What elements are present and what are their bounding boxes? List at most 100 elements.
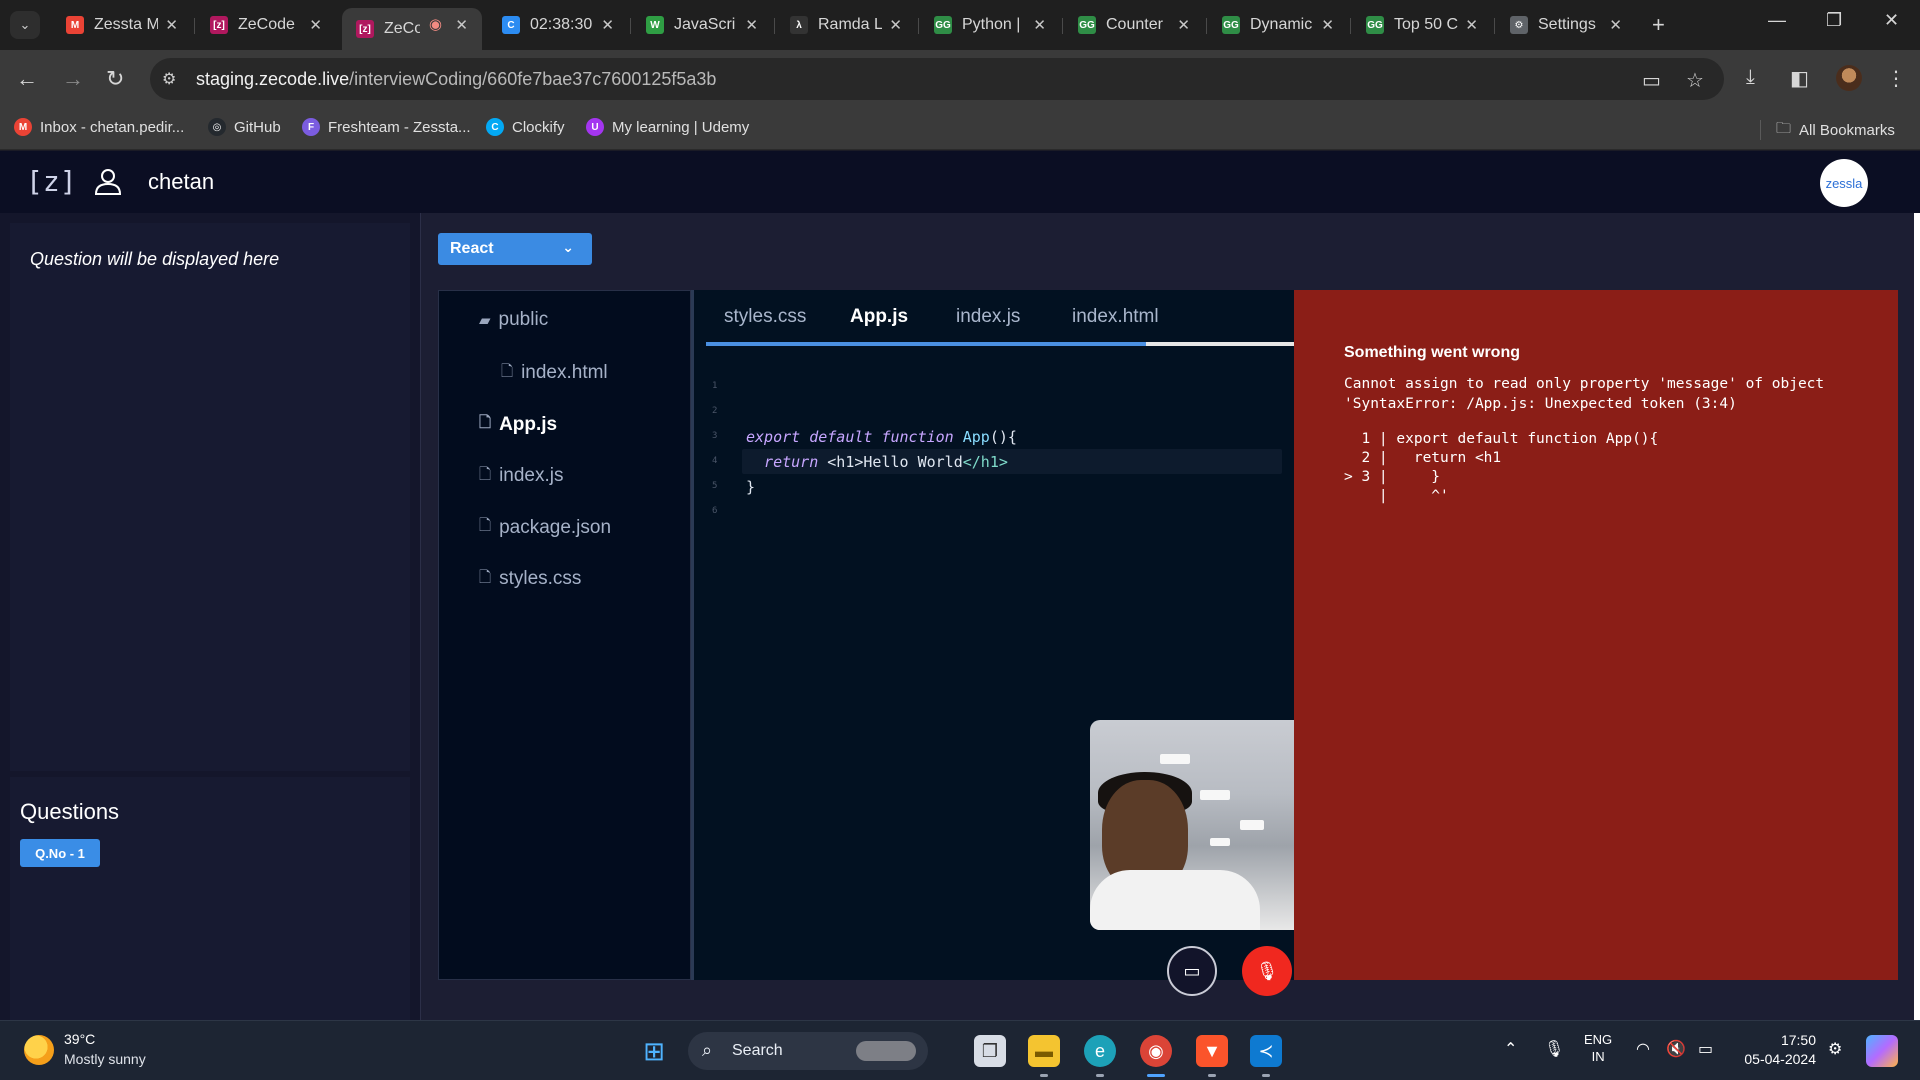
chevron-up-icon[interactable]: ⌃ — [1504, 1039, 1517, 1059]
notification-icon[interactable]: ⚙ — [1828, 1039, 1842, 1059]
bookmark-item[interactable]: ◎ GitHub — [208, 118, 281, 136]
bookmark-item[interactable]: U My learning | Udemy — [586, 118, 749, 136]
task-view-icon[interactable]: ❐ — [974, 1035, 1006, 1067]
code-line-active[interactable]: 4 return <h1>Hello World</h1> — [694, 449, 1294, 474]
close-tab-icon[interactable]: ✕ — [455, 16, 468, 34]
close-tab-icon[interactable]: ✕ — [1609, 16, 1622, 34]
browser-tab[interactable]: M Zessta M ✕ — [52, 8, 192, 42]
side-panel-icon[interactable]: ◧ — [1790, 66, 1809, 91]
browser-tab[interactable]: GG Dynamic ✕ — [1208, 8, 1348, 42]
question-1-button[interactable]: Q.No - 1 — [20, 839, 100, 867]
close-tab-icon[interactable]: ✕ — [1177, 16, 1190, 34]
tab-favicon-icon: GG — [1366, 16, 1384, 34]
close-tab-icon[interactable]: ✕ — [745, 16, 758, 34]
microphone-icon[interactable]: 🎙 — [1544, 1039, 1564, 1059]
reload-icon[interactable]: ↻ — [106, 66, 124, 92]
restore-icon[interactable]: ❐ — [1826, 10, 1842, 31]
language-select[interactable]: React ⌄ — [438, 233, 592, 265]
bookmark-item[interactable]: F Freshteam - Zessta... — [302, 118, 471, 136]
back-icon[interactable]: ← — [16, 66, 38, 92]
bookmark-item[interactable]: C Clockify — [486, 118, 565, 136]
mic-muted-icon[interactable]: 🎙 — [1242, 946, 1292, 996]
tab-index-js[interactable]: index.js — [956, 306, 1020, 328]
tree-folder[interactable]: ▰ public — [479, 309, 548, 331]
code-line[interactable]: 5 } — [694, 474, 1294, 499]
url-text[interactable]: staging.zecode.live/interviewCoding/660f… — [196, 69, 716, 90]
zecode-logo[interactable]: [z] — [26, 165, 77, 198]
code-line[interactable]: 2 — [694, 399, 1294, 424]
tree-file[interactable]: 🗋 styles.css — [479, 567, 581, 592]
bookmark-favicon-icon: C — [486, 118, 504, 136]
browser-tab[interactable]: [z] ZeCode ✕ — [196, 8, 336, 42]
browser-tab[interactable]: GG Top 50 C ✕ — [1352, 8, 1492, 42]
browser-tab[interactable]: [z] ZeCo ◉ ✕ — [342, 8, 482, 50]
tab-index-html[interactable]: index.html — [1072, 306, 1159, 328]
browser-tab[interactable]: GG Counter ✕ — [1064, 8, 1204, 42]
code-line[interactable]: 6 — [694, 499, 1294, 524]
close-tab-icon[interactable]: ✕ — [601, 16, 614, 34]
close-tab-icon[interactable]: ✕ — [1465, 16, 1478, 34]
code-line[interactable]: 1 — [694, 374, 1294, 399]
tree-file[interactable]: 🗋 index.html — [501, 361, 608, 386]
taskbar-search[interactable]: ⌕ Search — [688, 1032, 928, 1070]
tab-search-button[interactable]: ⌄ — [10, 11, 40, 39]
tab-title: Zessta M — [94, 16, 158, 33]
browser-tab[interactable]: GG Python | ✕ — [920, 8, 1060, 42]
wifi-icon[interactable]: ◠ — [1636, 1039, 1650, 1059]
tab-title: Python | — [962, 16, 1021, 33]
close-tab-icon[interactable]: ✕ — [1033, 16, 1046, 34]
close-tab-icon[interactable]: ✕ — [309, 16, 322, 34]
weather-description[interactable]: Mostly sunny — [64, 1051, 146, 1067]
video-camera-icon[interactable]: ▭ — [1167, 946, 1217, 996]
chrome-icon[interactable]: ◉ — [1140, 1035, 1172, 1067]
tree-file[interactable]: 🗋 package.json — [479, 515, 611, 540]
profile-avatar[interactable] — [1836, 65, 1862, 91]
scrollbar[interactable] — [1914, 213, 1920, 1020]
tab-styles-css[interactable]: styles.css — [724, 306, 806, 328]
weather-temperature[interactable]: 39°C — [64, 1031, 95, 1047]
weather-sun-icon[interactable] — [24, 1035, 54, 1065]
brave-icon[interactable]: ▼ — [1196, 1035, 1228, 1067]
bookmark-label: My learning | Udemy — [612, 118, 750, 136]
file-icon: 🗋 — [479, 414, 492, 431]
close-tab-icon[interactable]: ✕ — [1321, 16, 1334, 34]
tab-app-js[interactable]: App.js — [850, 306, 908, 328]
copilot-icon[interactable] — [1866, 1035, 1898, 1067]
all-bookmarks[interactable]: 🗀 All Bookmarks — [1776, 118, 1895, 143]
browser-tab[interactable]: C 02:38:30 ✕ — [488, 8, 628, 42]
file-explorer-icon[interactable]: ▬ — [1028, 1035, 1060, 1067]
close-tab-icon[interactable]: ✕ — [889, 16, 902, 34]
webcam-preview[interactable] — [1090, 720, 1294, 930]
windows-start-icon[interactable]: ⊞ — [638, 1035, 670, 1067]
search-highlight-image — [856, 1041, 916, 1061]
clock[interactable]: 17:50 05-04-2024 — [1740, 1031, 1816, 1069]
browser-tab[interactable]: W JavaScri ✕ — [632, 8, 772, 42]
new-tab-button[interactable]: + — [1652, 12, 1665, 38]
input-language[interactable]: ENG IN — [1584, 1031, 1612, 1065]
minimize-icon[interactable]: — — [1768, 10, 1786, 31]
close-window-icon[interactable]: ✕ — [1884, 10, 1899, 31]
bookmark-star-icon[interactable]: ☆ — [1686, 68, 1704, 93]
browser-tab[interactable]: λ Ramda L ✕ — [776, 8, 916, 42]
tab-title: Top 50 C — [1394, 16, 1458, 33]
browser-tab[interactable]: ⚙ Settings ✕ — [1496, 8, 1636, 42]
code-line[interactable]: 3 export default function App(){ — [694, 424, 1294, 449]
battery-icon[interactable]: ▭ — [1698, 1039, 1713, 1059]
forward-icon[interactable]: → — [62, 66, 84, 92]
error-message: Cannot assign to read only property 'mes… — [1344, 376, 1825, 412]
site-info-icon[interactable]: ⚙ — [162, 69, 176, 89]
speaker-muted-icon[interactable]: 🔇 — [1666, 1039, 1686, 1059]
bookmark-item[interactable]: M Inbox - chetan.pedir... — [14, 118, 184, 136]
camera-in-use-icon[interactable]: ▭ — [1642, 68, 1661, 93]
download-icon[interactable]: ⤓ — [1746, 66, 1755, 89]
tab-title: Dynamic — [1250, 16, 1313, 33]
vscode-icon[interactable]: ≺ — [1250, 1035, 1282, 1067]
tree-file[interactable]: 🗋 App.js — [479, 412, 557, 437]
more-menu-icon[interactable]: ⋮ — [1886, 66, 1906, 91]
address-bar[interactable]: ⚙ staging.zecode.live/interviewCoding/66… — [150, 58, 1724, 100]
tab-favicon-icon: C — [502, 16, 520, 34]
tree-file[interactable]: 🗋 index.js — [479, 464, 563, 489]
edge-icon[interactable]: e — [1084, 1035, 1116, 1067]
close-tab-icon[interactable]: ✕ — [165, 16, 178, 34]
username: chetan — [148, 169, 215, 194]
